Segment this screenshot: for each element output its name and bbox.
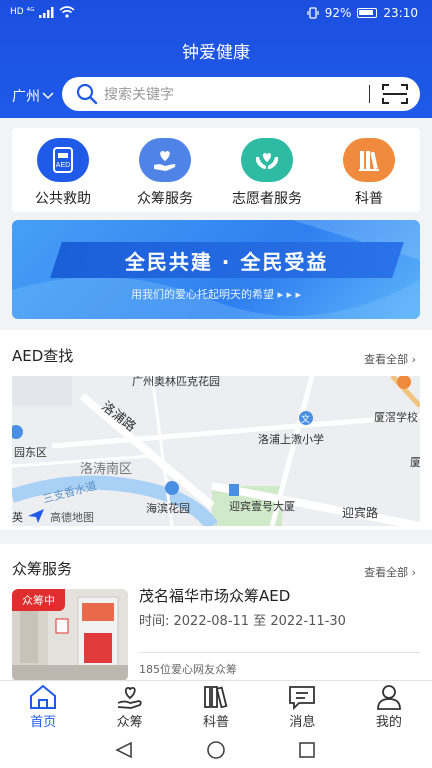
- tab-label: 首页: [30, 715, 57, 730]
- aed-icon: AED: [37, 138, 89, 182]
- heart-hand-icon: [139, 138, 191, 182]
- recents-icon[interactable]: [299, 742, 315, 758]
- search-icon: [76, 83, 98, 105]
- app-header: HD ⁴ᴳ 92% 23:10 钟爱健康 广州 搜索关键字: [0, 0, 432, 118]
- map-label: 洛浦上漖小学: [258, 433, 324, 446]
- aed-section-title: AED查找: [12, 347, 74, 365]
- battery-percent: 92%: [324, 6, 352, 20]
- fund-view-all[interactable]: 查看全部 ›: [364, 564, 416, 580]
- quick-actions: AED 公共救助 众筹服务 志愿者服务 科普: [12, 128, 420, 212]
- quick-label: 公共救助: [35, 191, 91, 207]
- status-badge: 众筹中: [12, 589, 65, 611]
- banner-headline: 全民共建 · 全民受益: [125, 249, 329, 274]
- signal-indicators: HD ⁴ᴳ: [10, 6, 75, 18]
- chevron-right-icon: ›: [411, 566, 416, 579]
- map-label: 英: [12, 511, 23, 524]
- quick-label: 科普: [355, 191, 383, 207]
- home-icon: [30, 684, 57, 709]
- tab-label: 我的: [375, 715, 402, 730]
- wifi-icon: [59, 6, 75, 18]
- tab-label: 消息: [289, 715, 316, 730]
- map-label: 洛涛南区: [80, 462, 133, 477]
- user-icon: [376, 685, 401, 710]
- quick-label: 众筹服务: [137, 191, 193, 207]
- banner-subtitle: 用我们的爱心托起明天的希望 ▸ ▸ ▸: [130, 288, 302, 301]
- map-label: 文: [301, 415, 311, 425]
- hands-heart-icon: [241, 138, 293, 182]
- tab-profile[interactable]: 我的: [346, 681, 432, 732]
- quick-crowdfunding[interactable]: 众筹服务: [115, 138, 215, 208]
- fund-section-title: 众筹服务: [12, 560, 73, 578]
- map-label: 海滨花园: [146, 502, 190, 515]
- quick-label: 志愿者服务: [232, 191, 302, 207]
- tab-home[interactable]: 首页: [0, 681, 86, 732]
- city-selector[interactable]: 广州: [12, 86, 54, 106]
- tab-crowdfunding[interactable]: 众筹: [86, 681, 172, 732]
- search-input[interactable]: 搜索关键字: [104, 84, 369, 104]
- network-label: HD ⁴ᴳ: [10, 7, 35, 17]
- promo-banner[interactable]: 全民共建 · 全民受益 用我们的爱心托起明天的希望 ▸ ▸ ▸: [12, 220, 420, 319]
- fund-item-image[interactable]: 众筹中: [12, 589, 128, 681]
- page-title: 钟爱健康: [182, 43, 250, 63]
- map-label: 厦: [410, 456, 420, 469]
- amap-logo-icon: [28, 509, 44, 523]
- books-icon: [343, 138, 395, 182]
- tab-science[interactable]: 科普: [173, 681, 259, 732]
- vibrate-icon: [307, 7, 319, 19]
- tab-label: 科普: [203, 715, 230, 730]
- quick-public-aid[interactable]: AED 公共救助: [13, 138, 113, 208]
- aed-map[interactable]: 广州奥林匹克花园 洛浦路 园东区 洛涛南区 洛浦上漖小学 厦滘学校 海滨花园 迎…: [12, 376, 420, 526]
- view-all-label: 查看全部: [364, 566, 409, 579]
- bottom-tab-bar: 首页 众筹 科普 消息 我的: [0, 680, 432, 732]
- aed-view-all[interactable]: 查看全部 ›: [364, 351, 416, 367]
- chevron-down-icon: [42, 92, 54, 100]
- clock: 23:10: [383, 6, 418, 20]
- fund-item-title[interactable]: 茂名福华市场众筹AED: [139, 585, 290, 606]
- status-right: 92% 23:10: [307, 6, 418, 20]
- status-bar: HD ⁴ᴳ 92% 23:10: [0, 0, 432, 28]
- chevron-right-icon: ›: [411, 353, 416, 366]
- fund-divider: [139, 652, 420, 653]
- tab-messages[interactable]: 消息: [259, 681, 345, 732]
- map-logo-label: 高德地图: [50, 511, 94, 524]
- home-nav-icon[interactable]: [207, 741, 225, 759]
- map-label: 厦滘学校: [374, 411, 418, 424]
- battery-icon: [357, 8, 378, 18]
- quick-volunteer[interactable]: 志愿者服务: [217, 138, 317, 208]
- fund-donor-count: 185位爱心网友众筹: [139, 663, 237, 676]
- fund-item-date: 时间: 2022-08-11 至 2022-11-30: [139, 614, 346, 629]
- map-label: 迎宾壹号大厦: [229, 500, 295, 513]
- scan-icon[interactable]: [382, 83, 408, 105]
- svg-text:AED: AED: [56, 162, 70, 169]
- tab-label: 众筹: [116, 715, 143, 730]
- quick-science[interactable]: 科普: [319, 138, 419, 208]
- view-all-label: 查看全部: [364, 353, 409, 366]
- map-label: 迎宾路: [342, 506, 379, 520]
- map-label: 广州奥林匹克花园: [132, 376, 220, 388]
- system-nav-bar: [0, 732, 432, 768]
- search-bar[interactable]: 搜索关键字: [62, 77, 420, 111]
- signal-icon: [38, 6, 54, 18]
- message-icon: [289, 686, 316, 710]
- city-label: 广州: [12, 89, 40, 105]
- heart-hand-icon: [117, 687, 142, 709]
- map-label: 园东区: [14, 446, 47, 459]
- books-icon: [204, 686, 228, 709]
- search-divider: [369, 85, 370, 103]
- back-icon[interactable]: [115, 741, 132, 759]
- banner-ribbon: 全民共建 · 全民受益: [50, 242, 404, 278]
